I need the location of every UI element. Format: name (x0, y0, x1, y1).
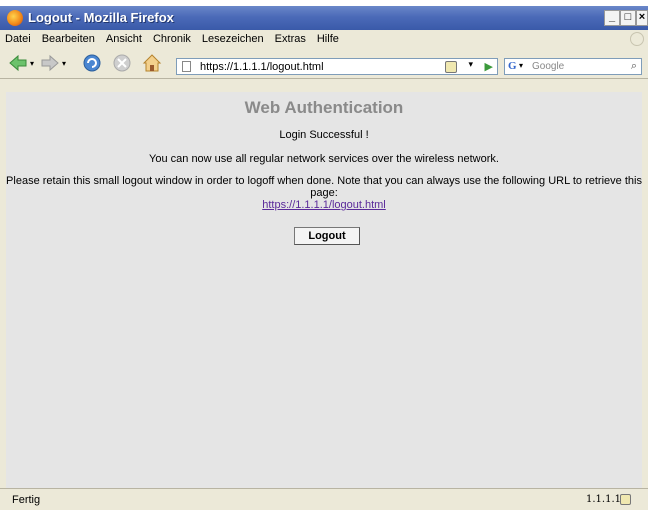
go-icon[interactable]: ▶ (485, 60, 493, 73)
logout-url-link[interactable]: https://1.1.1.1/logout.html (262, 199, 386, 211)
status-text: Fertig (12, 494, 41, 506)
reload-icon[interactable] (82, 53, 102, 73)
login-success-text: Login Successful ! (279, 129, 369, 141)
stop-icon[interactable] (112, 53, 132, 73)
google-icon[interactable]: G (508, 60, 517, 72)
menu-datei[interactable]: Datei (0, 30, 37, 46)
menu-ansicht[interactable]: Ansicht (101, 30, 148, 46)
logout-instructions-page-text: page: (310, 187, 338, 199)
menu-lesezeichen[interactable]: Lesezeichen (197, 30, 270, 46)
logout-instructions-text: Please retain this small logout window i… (6, 175, 642, 187)
status-bar: Fertig 1.1.1.1 (0, 488, 648, 510)
url-dropdown-icon[interactable]: ▾ (468, 60, 473, 70)
page-heading: Web Authentication (244, 98, 404, 117)
search-placeholder: Google (532, 61, 565, 72)
network-info-text: You can now use all regular network serv… (149, 153, 499, 165)
close-button[interactable]: × (636, 10, 648, 26)
back-dropdown-icon[interactable]: ▾ (30, 59, 34, 68)
firefox-icon (7, 10, 23, 26)
maximize-button[interactable]: □ (620, 10, 636, 26)
menu-hilfe[interactable]: Hilfe (312, 30, 345, 46)
menu-bar: Datei Bearbeiten Ansicht Chronik Lesezeichen… (0, 30, 648, 48)
status-host: 1.1.1.1 (586, 494, 621, 505)
menu-chronik[interactable]: Chronik (148, 30, 197, 46)
window-title: Logout - Mozilla Firefox (28, 10, 174, 25)
title-bar[interactable]: Logout - Mozilla Firefox _ □ × (0, 6, 648, 30)
home-icon[interactable] (142, 53, 162, 73)
menu-extras[interactable]: Extras (270, 30, 312, 46)
throbber-icon (630, 32, 644, 46)
menu-bearbeiten[interactable]: Bearbeiten (37, 30, 101, 46)
forward-dropdown-icon[interactable]: ▾ (62, 59, 66, 68)
page-icon (182, 61, 191, 72)
search-bar[interactable]: G ▾ Google ⌕ (504, 58, 642, 75)
minimize-button[interactable]: _ (604, 10, 620, 26)
lock-icon (445, 61, 457, 73)
browser-window: Logout - Mozilla Firefox _ □ × Datei Bear… (0, 6, 648, 510)
logout-button[interactable]: Logout (294, 227, 360, 245)
forward-icon[interactable] (40, 53, 60, 73)
search-icon[interactable]: ⌕ (631, 59, 637, 73)
back-icon[interactable] (8, 53, 28, 73)
url-bar[interactable]: https://1.1.1.1/logout.html ▾ ▶ (176, 58, 498, 75)
search-engine-dropdown-icon[interactable]: ▾ (519, 61, 523, 70)
status-lock-icon[interactable] (620, 494, 631, 505)
navigation-toolbar: ▾ ▾ https://1.1.1.1/logout.html ▾ ▶ G ▾ … (0, 48, 648, 79)
url-text[interactable]: https://1.1.1.1/logout.html (200, 61, 324, 73)
